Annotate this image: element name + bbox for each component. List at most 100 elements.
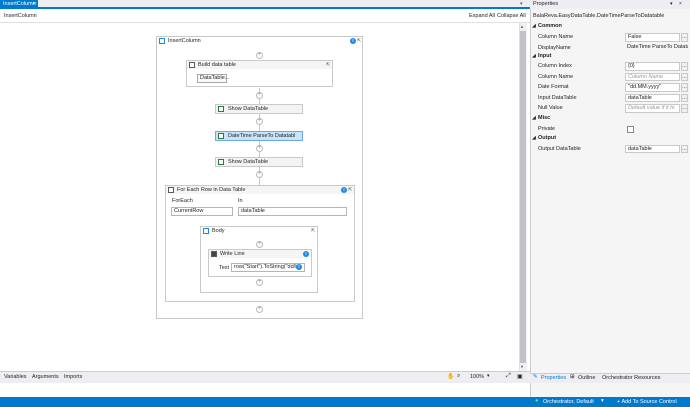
chevron-down-icon[interactable]: ▾ bbox=[487, 373, 490, 379]
activity-label: Show DataTable bbox=[228, 106, 269, 112]
tab-insertcolumn[interactable]: InsertColumn × bbox=[0, 0, 38, 9]
info-icon[interactable]: ! bbox=[303, 251, 309, 257]
collapse-icon: ◢ bbox=[532, 115, 536, 121]
property-value[interactable]: False bbox=[625, 33, 680, 42]
info-icon[interactable]: ! bbox=[350, 38, 356, 44]
property-value[interactable]: {0} bbox=[625, 62, 680, 71]
loop-icon bbox=[168, 187, 174, 193]
property-row[interactable]: Output DataTable dataTable … bbox=[530, 144, 690, 155]
foreach-variable-field[interactable]: CurrentRow bbox=[171, 207, 233, 216]
category-label: Misc bbox=[538, 115, 551, 121]
write-line-icon bbox=[211, 251, 217, 257]
add-to-source-control-button[interactable]: + Add To Source Control bbox=[617, 399, 677, 405]
add-activity-icon[interactable]: + bbox=[256, 145, 263, 152]
chevron-down-icon[interactable]: ▾ bbox=[601, 398, 604, 404]
property-row[interactable]: Null Value Default value if it hi … bbox=[530, 103, 690, 114]
collapse-icon[interactable]: ⇱ bbox=[357, 37, 361, 45]
properties-title: Properties bbox=[530, 0, 690, 9]
pan-icon[interactable]: ✋ bbox=[447, 373, 454, 380]
warning-icon[interactable]: ! bbox=[296, 264, 302, 270]
property-value[interactable]: DateTime ParseTo Datata bbox=[625, 44, 688, 53]
tab-outline[interactable]: Outline bbox=[578, 375, 595, 381]
scrollbar-thumb[interactable] bbox=[520, 31, 526, 363]
property-row[interactable]: Date Format "dd.MM.yyyy" … bbox=[530, 82, 690, 93]
collapse-icon[interactable]: ⇱ bbox=[326, 61, 330, 69]
ellipsis-button[interactable]: … bbox=[681, 62, 688, 71]
arguments-tab[interactable]: Arguments bbox=[32, 374, 59, 380]
add-activity-icon[interactable]: + bbox=[256, 171, 263, 178]
property-key: Output DataTable bbox=[538, 145, 581, 152]
category-input[interactable]: ◢ Input bbox=[530, 52, 690, 61]
ellipsis-button[interactable]: … bbox=[681, 93, 688, 102]
build-data-table-title: Build data table bbox=[198, 62, 236, 68]
datatable-button[interactable]: DataTable... bbox=[197, 74, 229, 83]
fit-to-screen-icon[interactable]: ⤢ bbox=[506, 373, 511, 380]
property-row[interactable]: Column Index {0} … bbox=[530, 61, 690, 72]
property-row[interactable]: Private bbox=[530, 124, 690, 135]
add-activity-icon[interactable]: + bbox=[256, 241, 263, 248]
add-activity-icon[interactable]: + bbox=[256, 52, 263, 59]
collapse-icon[interactable]: ⇱ bbox=[311, 227, 315, 235]
text-label: Text bbox=[219, 265, 230, 271]
category-label: Output bbox=[538, 135, 557, 141]
pin-icon[interactable]: ▾ bbox=[670, 1, 673, 7]
property-row[interactable]: Column Name Column Name … bbox=[530, 72, 690, 83]
in-label: In bbox=[238, 198, 243, 204]
imports-tab[interactable]: Imports bbox=[64, 374, 82, 380]
category-output[interactable]: ◢ Output bbox=[530, 134, 690, 143]
category-label: Common bbox=[538, 23, 562, 29]
property-key: Date Format bbox=[538, 84, 569, 90]
scroll-up-icon[interactable]: ▲ bbox=[520, 24, 524, 29]
add-activity-icon[interactable]: + bbox=[256, 118, 263, 125]
ellipsis-button[interactable]: … bbox=[681, 83, 688, 92]
property-value[interactable]: dataTable bbox=[625, 93, 680, 102]
collapse-all-link[interactable]: Collapse All bbox=[497, 13, 526, 19]
variables-tab[interactable]: Variables bbox=[4, 374, 27, 380]
info-icon[interactable]: ! bbox=[341, 187, 347, 193]
property-key: Column Name bbox=[538, 34, 574, 40]
ellipsis-button[interactable]: … bbox=[681, 104, 688, 113]
activity-label: Show DataTable bbox=[228, 159, 269, 165]
chevron-down-icon[interactable]: ▾ bbox=[520, 1, 523, 7]
add-activity-icon[interactable]: + bbox=[256, 306, 263, 313]
add-activity-icon[interactable]: + bbox=[256, 92, 263, 99]
write-line-text-field[interactable]: row("Start").ToString("dd/I bbox=[231, 263, 305, 272]
collapse-icon[interactable]: ⇱ bbox=[348, 186, 352, 194]
property-key: Input DataTable bbox=[538, 94, 577, 101]
zoom-level[interactable]: 100% bbox=[470, 374, 484, 380]
property-value[interactable]: Default value if it hi bbox=[625, 104, 680, 113]
search-icon[interactable]: ⌕ bbox=[457, 373, 460, 380]
connected-icon: ● bbox=[535, 398, 539, 404]
scroll-down-icon[interactable]: ▼ bbox=[520, 364, 524, 369]
outline-icon: ⊞ bbox=[570, 374, 575, 380]
category-common[interactable]: ◢ Common bbox=[530, 22, 690, 31]
ellipsis-button[interactable]: … bbox=[681, 33, 688, 42]
private-checkbox[interactable] bbox=[627, 125, 634, 133]
close-icon[interactable]: × bbox=[679, 1, 682, 7]
tab-properties[interactable]: Properties bbox=[541, 375, 566, 381]
datetime-parseto-datatable-activity[interactable]: DateTime ParseTo Datatabl bbox=[215, 131, 303, 141]
ellipsis-button[interactable]: … bbox=[681, 144, 688, 153]
document-tab-bar bbox=[0, 0, 530, 9]
in-datatable-field[interactable]: dataTable bbox=[238, 207, 347, 216]
property-value[interactable]: "dd.MM.yyyy" bbox=[625, 83, 680, 92]
property-key: Column Name bbox=[538, 73, 574, 80]
show-datatable-activity[interactable]: Show DataTable bbox=[215, 104, 303, 114]
category-misc[interactable]: ◢ Misc bbox=[530, 114, 690, 123]
tab-orchestrator-resources[interactable]: Orchestrator Resources bbox=[602, 375, 660, 381]
overview-icon[interactable]: ▣ bbox=[517, 373, 523, 380]
close-icon[interactable]: × bbox=[33, 0, 36, 9]
expand-all-link[interactable]: Expand All bbox=[469, 13, 495, 19]
activity-label: DateTime ParseTo Datatabl bbox=[228, 133, 296, 139]
property-row[interactable]: Column Name False … bbox=[530, 32, 690, 43]
property-value[interactable]: dataTable bbox=[625, 144, 680, 153]
show-datatable-activity[interactable]: Show DataTable bbox=[215, 157, 303, 167]
orchestrator-status[interactable]: Orchestrator, Default bbox=[543, 399, 594, 405]
wrench-icon: ✎ bbox=[533, 374, 538, 380]
foreach-title: For Each Row in Data Table bbox=[177, 187, 246, 193]
property-value[interactable]: Column Name bbox=[625, 72, 680, 81]
breadcrumb[interactable]: InsertColumn bbox=[4, 13, 37, 19]
add-activity-icon[interactable]: + bbox=[256, 279, 263, 286]
property-row[interactable]: Input DataTable dataTable … bbox=[530, 93, 690, 104]
ellipsis-button[interactable]: … bbox=[681, 72, 688, 81]
